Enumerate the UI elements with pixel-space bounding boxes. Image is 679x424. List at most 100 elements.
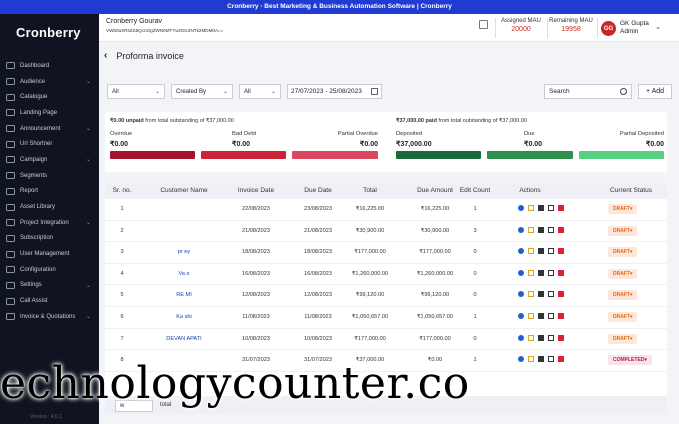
column-header-invoice-date[interactable]: Invoice Date — [225, 187, 287, 194]
status-badge[interactable]: DRAFT ▾ — [608, 268, 638, 279]
cronberry-logo[interactable]: Cronberry — [0, 14, 99, 50]
copy-icon[interactable] — [538, 205, 544, 211]
sidebar-item-segments[interactable]: Segments — [0, 168, 99, 184]
delete-icon[interactable] — [558, 205, 564, 211]
cell-customer[interactable]: DEVAN APATI — [149, 336, 219, 342]
pdf-icon[interactable] — [548, 313, 554, 319]
cell-total: ₹1,050,657.00 — [351, 314, 389, 320]
sidebar-item-catalogue[interactable]: Catalogue — [0, 89, 99, 105]
delete-icon[interactable] — [558, 269, 564, 276]
table-row[interactable]: 7 DEVAN APATI 10/08/2023 10/08/2023 ₹177,000… — [105, 329, 667, 351]
table-row[interactable]: 6 Ka shi 11/08/2023 11/08/2023 ₹1,050,657.00… — [105, 307, 667, 329]
search-icon[interactable] — [620, 88, 627, 95]
delete-icon[interactable] — [558, 334, 564, 341]
pdf-icon[interactable] — [548, 334, 554, 341]
edit-icon[interactable] — [528, 248, 534, 255]
copy-icon[interactable] — [538, 291, 544, 298]
status-badge[interactable]: DRAFT ▾ — [608, 247, 638, 258]
pdf-icon[interactable] — [548, 226, 554, 233]
cell-customer[interactable]: pr ey — [149, 249, 219, 255]
edit-icon[interactable] — [528, 313, 534, 319]
table-row[interactable]: 3 pr ey 18/08/2023 18/08/2023 ₹177,000.00 ₹17… — [105, 242, 667, 264]
add-button[interactable]: + Add — [638, 84, 672, 99]
sidebar-item-dashboard[interactable]: Dashboard — [0, 58, 99, 74]
edit-icon[interactable] — [528, 226, 534, 233]
sidebar-item-user-management[interactable]: User Management — [0, 246, 99, 262]
cell-edit-count: 1 — [473, 206, 477, 212]
status-badge[interactable]: DRAFT ▾ — [608, 204, 638, 214]
status-badge[interactable]: DRAFT ▾ — [608, 225, 638, 236]
pdf-icon[interactable] — [548, 291, 554, 298]
copy-icon[interactable] — [538, 334, 544, 341]
sidebar-item-asset-library[interactable]: Asset Library — [0, 199, 99, 215]
filter-all-2-select[interactable]: All ⌄ — [239, 84, 281, 99]
created-by-select[interactable]: Created By ⌄ — [171, 84, 233, 99]
column-header-total[interactable]: Total — [337, 187, 403, 194]
cell-customer[interactable]: RE MI — [149, 292, 219, 298]
column-header-sr-no-[interactable]: Sr. no. — [105, 187, 139, 194]
view-icon[interactable] — [518, 291, 524, 298]
view-icon[interactable] — [518, 248, 524, 255]
pdf-icon[interactable] — [548, 205, 554, 211]
status-badge[interactable]: DRAFT ▾ — [608, 312, 638, 322]
sidebar-item-configuration[interactable]: Configuration — [0, 262, 99, 278]
column-header-customer-name[interactable]: Customer Name — [149, 187, 219, 194]
view-icon[interactable] — [518, 269, 524, 276]
delete-icon[interactable] — [558, 291, 564, 298]
back-arrow-icon[interactable]: ‹ — [104, 50, 107, 61]
filter-all-select[interactable]: All ⌄ — [107, 84, 165, 99]
status-badge[interactable]: DRAFT ▾ — [608, 290, 638, 301]
edit-icon[interactable] — [528, 334, 534, 341]
avatar[interactable]: GG — [601, 21, 616, 36]
account-info[interactable]: Cronberry Gourav VW50aXRsZS8QcnOgZWN0MTY… — [106, 18, 223, 33]
view-icon[interactable] — [518, 205, 524, 211]
sidebar-item-label: Report — [20, 188, 39, 195]
sidebar-item-project-integration[interactable]: Project Integration ⌄ — [0, 215, 99, 231]
delete-icon[interactable] — [558, 226, 564, 233]
cell-edit-count: 0 — [473, 335, 477, 342]
sidebar-item-call-assist[interactable]: Call Assist — [0, 293, 99, 309]
sidebar-item-subscription[interactable]: Subscription — [0, 231, 99, 247]
edit-icon[interactable] — [528, 291, 534, 298]
user-menu[interactable]: GK Gupta Admin — [620, 20, 649, 36]
copy-icon[interactable] — [538, 269, 544, 276]
pdf-icon[interactable] — [548, 248, 554, 255]
link-icon — [6, 140, 15, 148]
table-row[interactable]: 1 22/08/2023 23/08/2023 ₹16,225.00 ₹16,225.0… — [105, 199, 667, 221]
copy-icon[interactable] — [538, 226, 544, 233]
sidebar-item-invoice-quotations[interactable]: Invoice & Quotations ⌄ — [0, 309, 99, 325]
sidebar-item-report[interactable]: Report — [0, 184, 99, 200]
view-icon[interactable] — [518, 226, 524, 233]
cell-customer[interactable]: Va o — [149, 271, 219, 277]
edit-icon[interactable] — [528, 269, 534, 276]
sidebar-item-settings[interactable]: Settings ⌄ — [0, 278, 99, 294]
edit-icon[interactable] — [528, 205, 534, 211]
chevron-down-icon[interactable]: ⌄ — [655, 23, 661, 31]
calendar-icon[interactable] — [371, 88, 378, 95]
cell-invoice-date: 18/08/2023 — [242, 249, 270, 256]
cell-customer[interactable]: Ka shi — [149, 314, 219, 320]
pdf-icon[interactable] — [548, 269, 554, 276]
sidebar-item-landing-page[interactable]: Landing Page — [0, 105, 99, 121]
delete-icon[interactable] — [558, 248, 564, 255]
unpaid-amount: ₹0.00 unpaid — [110, 118, 144, 124]
delete-icon[interactable] — [558, 313, 564, 319]
table-row[interactable]: 4 Va o 16/08/2023 16/08/2023 ₹1,260,000.00 ₹1… — [105, 264, 667, 286]
status-badge[interactable]: DRAFT ▾ — [608, 333, 638, 344]
view-icon[interactable] — [518, 313, 524, 319]
column-header-current-status[interactable]: Current Status — [595, 187, 667, 194]
column-header-actions[interactable]: Actions — [505, 187, 555, 194]
copy-icon[interactable] — [538, 313, 544, 319]
column-header-edit-count[interactable]: Edit Count — [447, 187, 503, 194]
table-row[interactable]: 2 21/08/2023 21/08/2023 ₹30,900.00 ₹30,900.0… — [105, 221, 667, 243]
copy-icon[interactable] — [538, 248, 544, 255]
sidebar-item-announcement[interactable]: Announcement ⌄ — [0, 121, 99, 137]
sidebar-item-campaign[interactable]: Campaign ⌄ — [0, 152, 99, 168]
sidebar-item-audience[interactable]: Audience ⌄ — [0, 74, 99, 90]
search-input[interactable]: Search — [544, 84, 632, 99]
notification-icon[interactable] — [479, 20, 488, 29]
table-row[interactable]: 5 RE MI 12/08/2023 12/08/2023 ₹99,120.00 ₹99,… — [105, 285, 667, 307]
view-icon[interactable] — [518, 334, 524, 341]
sidebar-item-url-shortner[interactable]: Url Shortner — [0, 136, 99, 152]
date-range-input[interactable]: 27/07/2023 - 25/08/2023 — [287, 84, 382, 99]
